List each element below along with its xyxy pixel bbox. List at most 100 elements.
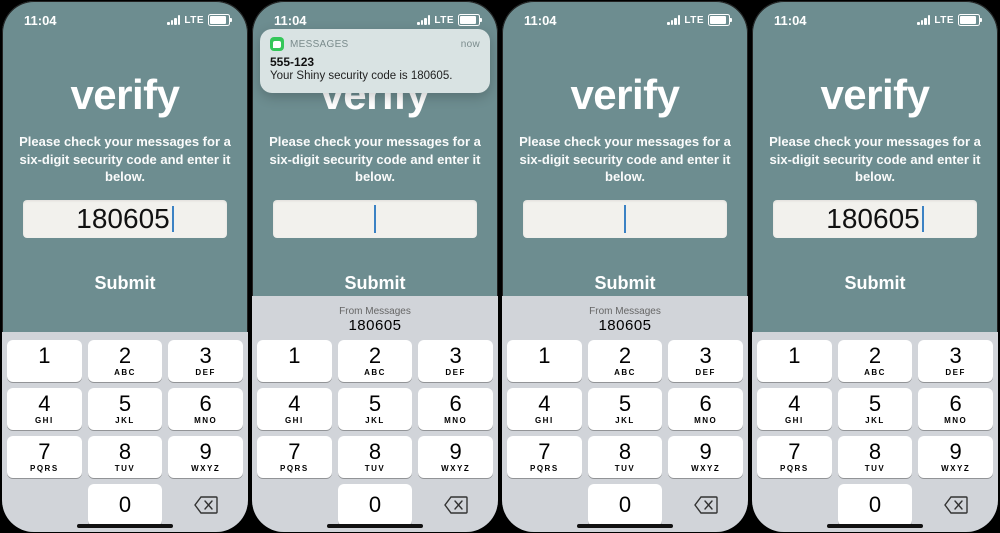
keypad-key-5[interactable]: 5JKL [838,388,913,430]
quicktype-suggestion[interactable]: From Messages180605 [507,302,743,336]
submit-button[interactable]: Submit [339,272,412,295]
keypad-key-1[interactable]: 1 [257,340,332,382]
submit-button[interactable]: Submit [89,272,162,295]
keypad-key-6[interactable]: 6MNO [918,388,993,430]
code-input[interactable]: 180605 [773,200,977,238]
phone-screen-1: 11:04LTEverifyPlease check your messages… [2,1,248,532]
keypad-key-0[interactable]: 0 [588,484,663,526]
keypad-letters: WXYZ [691,464,720,473]
keypad-delete-button[interactable] [668,484,743,526]
status-right: LTE [917,14,980,26]
keypad-letters: PQRS [280,464,309,473]
keypad-key-5[interactable]: 5JKL [588,388,663,430]
keypad-digit: 5 [869,393,881,415]
status-time: 11:04 [524,13,557,28]
keypad-digit: 7 [38,441,50,463]
keypad-key-5[interactable]: 5JKL [88,388,163,430]
battery-icon [708,14,730,26]
keypad-key-1[interactable]: 1 [7,340,82,382]
home-indicator[interactable] [77,524,173,528]
keypad-key-0[interactable]: 0 [838,484,913,526]
keypad-key-3[interactable]: 3DEF [918,340,993,382]
text-cursor [172,206,174,232]
keypad-digit: 2 [369,345,381,367]
keypad-key-2[interactable]: 2ABC [88,340,163,382]
home-indicator[interactable] [327,524,423,528]
keypad-digit: 7 [538,441,550,463]
keypad-key-6[interactable]: 6MNO [668,388,743,430]
keypad-key-8[interactable]: 8TUV [838,436,913,478]
home-indicator[interactable] [827,524,923,528]
code-input[interactable] [523,200,727,238]
keypad-key-4[interactable]: 4GHI [757,388,832,430]
battery-icon [208,14,230,26]
numeric-keypad: From Messages1806051 2ABC3DEF4GHI5JKL6MN… [752,332,998,532]
keypad-key-1[interactable]: 1 [757,340,832,382]
keypad-key-7[interactable]: 7PQRS [757,436,832,478]
message-notification[interactable]: MESSAGESnow555-123Your Shiny security co… [260,29,490,93]
keypad-key-2[interactable]: 2ABC [588,340,663,382]
keypad-key-7[interactable]: 7PQRS [257,436,332,478]
code-value: 180605 [826,203,919,235]
keypad-key-3[interactable]: 3DEF [168,340,243,382]
keypad-key-9[interactable]: 9WXYZ [918,436,993,478]
keypad-key-7[interactable]: 7PQRS [7,436,82,478]
quicktype-suggestion[interactable]: From Messages180605 [257,302,493,336]
keypad-key-4[interactable]: 4GHI [257,388,332,430]
keypad-digit: 0 [369,494,381,516]
submit-button[interactable]: Submit [839,272,912,295]
phone-screen-4: 11:04LTEverifyPlease check your messages… [752,1,998,532]
phone-screen-3: 11:04LTEverifyPlease check your messages… [502,1,748,532]
keypad-key-8[interactable]: 8TUV [588,436,663,478]
battery-icon [958,14,980,26]
keypad-key-6[interactable]: 6MNO [418,388,493,430]
keypad-letters: ABC [614,368,636,377]
keypad-digit: 9 [200,441,212,463]
keypad-key-9[interactable]: 9WXYZ [168,436,243,478]
keypad-digit: 9 [450,441,462,463]
keypad-delete-button[interactable] [918,484,993,526]
messages-app-icon [270,37,284,51]
keypad-digit: 3 [450,345,462,367]
keypad-key-2[interactable]: 2ABC [338,340,413,382]
keypad-digit: 6 [950,393,962,415]
keypad-digit: 4 [788,393,800,415]
keypad-digit: 8 [369,441,381,463]
keypad-key-0[interactable]: 0 [338,484,413,526]
keypad-key-1[interactable]: 1 [507,340,582,382]
keypad-letters: ABC [864,368,886,377]
code-input[interactable] [273,200,477,238]
submit-button[interactable]: Submit [589,272,662,295]
keypad-key-4[interactable]: 4GHI [7,388,82,430]
page-title: verify [70,71,179,119]
keypad-digit: 3 [700,345,712,367]
battery-icon [458,14,480,26]
code-input[interactable]: 180605 [23,200,227,238]
code-value: 180605 [76,203,169,235]
keypad-digit: 8 [619,441,631,463]
keypad-delete-button[interactable] [418,484,493,526]
keypad-digit: 5 [369,393,381,415]
keypad-key-5[interactable]: 5JKL [338,388,413,430]
home-indicator[interactable] [577,524,673,528]
keypad-key-6[interactable]: 6MNO [168,388,243,430]
keypad-key-3[interactable]: 3DEF [418,340,493,382]
keypad-key-9[interactable]: 9WXYZ [418,436,493,478]
keypad-key-4[interactable]: 4GHI [507,388,582,430]
suggestion-code: 180605 [507,317,743,334]
keypad-digit: 5 [119,393,131,415]
keypad-key-8[interactable]: 8TUV [338,436,413,478]
status-bar: 11:04LTE [752,1,998,35]
keypad-key-9[interactable]: 9WXYZ [668,436,743,478]
keypad-key-8[interactable]: 8TUV [88,436,163,478]
suggestion-source: From Messages [507,306,743,317]
keypad-key-7[interactable]: 7PQRS [507,436,582,478]
keypad-letters: WXYZ [441,464,470,473]
keypad-digit: 4 [38,393,50,415]
keypad-key-3[interactable]: 3DEF [668,340,743,382]
keypad-letters: PQRS [30,464,59,473]
keypad-digit: 7 [788,441,800,463]
keypad-key-0[interactable]: 0 [88,484,163,526]
keypad-key-2[interactable]: 2ABC [838,340,913,382]
keypad-delete-button[interactable] [168,484,243,526]
